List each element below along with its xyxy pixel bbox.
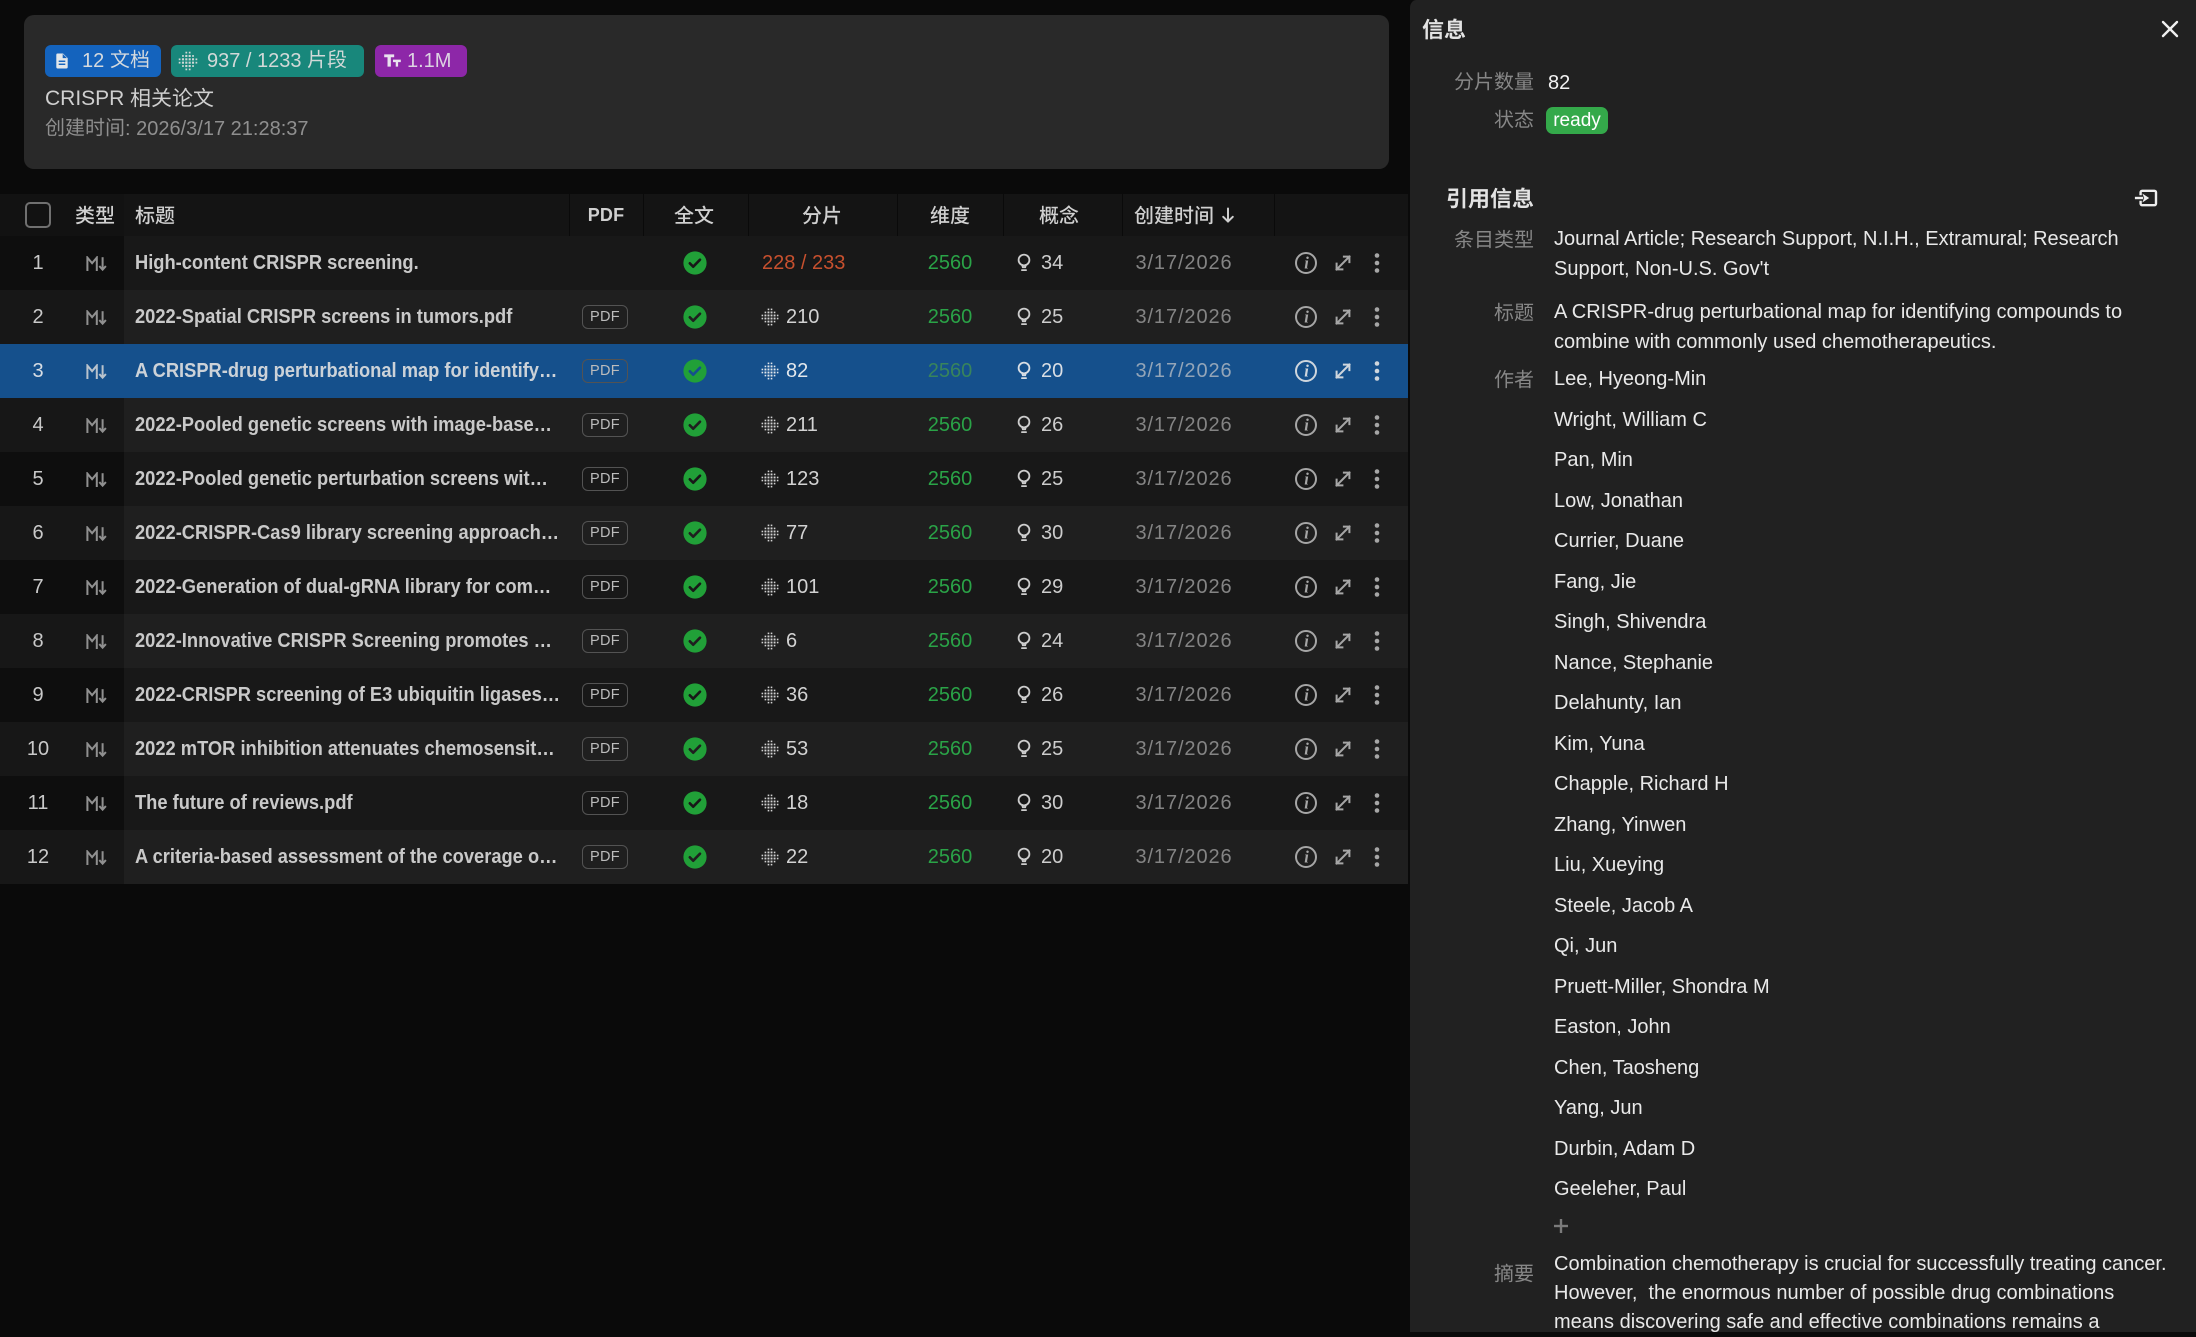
svg-text:i: i — [1304, 794, 1309, 813]
svg-text:i: i — [1304, 578, 1309, 597]
svg-text:i: i — [1304, 848, 1309, 867]
svg-text:i: i — [1304, 686, 1309, 705]
svg-text:i: i — [1304, 470, 1309, 489]
svg-text:i: i — [1304, 254, 1309, 273]
svg-text:i: i — [1304, 362, 1309, 381]
svg-text:i: i — [1304, 308, 1309, 327]
svg-text:i: i — [1304, 416, 1309, 435]
svg-text:i: i — [1304, 632, 1309, 651]
svg-text:i: i — [1304, 524, 1309, 543]
svg-text:i: i — [1304, 740, 1309, 759]
